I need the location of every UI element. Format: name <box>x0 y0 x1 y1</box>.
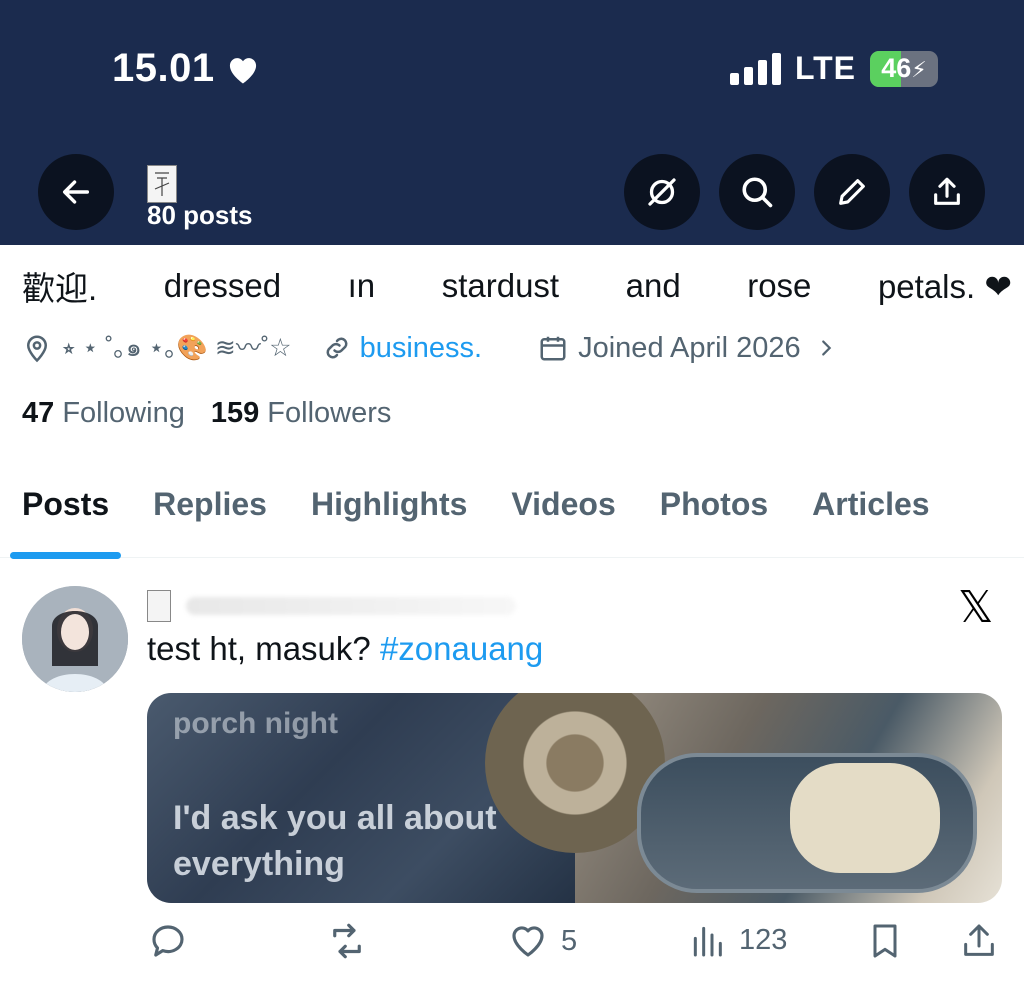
network-type: LTE <box>794 50 856 86</box>
profile-header: 15.01 LTE 46⚡ 80 posts <box>0 0 1024 245</box>
back-button[interactable] <box>38 154 114 230</box>
followers-link[interactable]: 159 Followers <box>211 397 392 430</box>
tab-articles[interactable]: Articles <box>790 470 951 557</box>
views-count: 123 <box>739 923 788 956</box>
bio-word: rose <box>747 267 812 304</box>
reply-button[interactable] <box>147 920 189 962</box>
location-icon <box>26 335 48 363</box>
grok-button[interactable] <box>624 154 700 230</box>
battery-level: 46⚡ <box>881 53 927 83</box>
bio-word: and <box>625 267 681 304</box>
reply-icon <box>152 925 184 957</box>
status-indicators: LTE 46⚡ <box>729 50 938 87</box>
views-button[interactable]: 123 <box>687 920 787 960</box>
bio-word: 歡迎. <box>22 270 98 307</box>
tab-photos[interactable]: Photos <box>638 470 790 557</box>
header-avatar <box>147 165 177 203</box>
media-caption-top: porch night <box>173 707 338 740</box>
profile-bio: 歡迎. dressed ın stardust and rose petals. ❤ <box>22 262 1012 310</box>
status-time: 15.01 <box>112 46 261 91</box>
tab-videos[interactable]: Videos <box>489 470 637 557</box>
tab-label: Posts <box>22 486 110 522</box>
posts-count: 80 posts <box>147 200 253 230</box>
heart-icon <box>229 57 256 84</box>
media-image-right <box>485 693 1002 903</box>
post-media[interactable]: porch night I'd ask you all about everyt… <box>147 693 1002 903</box>
hashtag-link[interactable]: #zonauang <box>380 630 543 667</box>
bookmark-button[interactable] <box>865 920 905 962</box>
search-button[interactable] <box>719 154 795 230</box>
battery-icon: 46⚡ <box>870 50 938 87</box>
tab-label: Photos <box>659 486 769 522</box>
like-count: 5 <box>561 924 578 957</box>
post-actions: 5 123 <box>147 920 1007 968</box>
post-author-badge <box>147 590 171 622</box>
profile-link[interactable]: business. <box>360 332 483 365</box>
share-icon <box>934 177 960 205</box>
repost-button[interactable] <box>325 920 369 962</box>
signal-icon <box>729 52 781 85</box>
share-post-button[interactable] <box>959 920 999 962</box>
following-link[interactable]: 47 Following <box>22 397 185 430</box>
like-button[interactable]: 5 <box>507 920 577 962</box>
pencil-icon <box>839 179 865 205</box>
follow-stats: 47 Following 159 Followers <box>22 397 391 430</box>
tab-label: Articles <box>812 486 930 522</box>
joined-date: Joined April 2026 <box>578 331 801 364</box>
chevron-right-icon[interactable] <box>815 335 837 361</box>
edit-button[interactable] <box>814 154 890 230</box>
tab-posts[interactable]: Posts <box>0 470 131 559</box>
post-avatar[interactable] <box>22 586 128 692</box>
profile-tabs: Posts Replies Highlights Videos Photos Articl… <box>0 470 1024 559</box>
bio-word: dressed <box>163 267 282 304</box>
upload-icon <box>964 924 994 956</box>
search-icon <box>742 177 773 208</box>
bio-word: stardust <box>441 267 560 304</box>
post-text: test ht, masuk? #zonauang <box>147 630 544 667</box>
media-caption-bottom: I'd ask you all about everything <box>173 799 497 883</box>
post-author-name[interactable] <box>186 597 516 615</box>
location-text: ⭒ ⋆ ˚｡๑ ⋆｡🎨 ≋〰˚☆ <box>62 334 292 362</box>
bookmark-icon <box>873 924 897 958</box>
tab-highlights[interactable]: Highlights <box>289 470 489 557</box>
tab-label: Highlights <box>310 486 468 522</box>
arrow-left-icon <box>62 180 90 204</box>
tab-replies[interactable]: Replies <box>131 470 289 557</box>
share-button[interactable] <box>909 154 985 230</box>
link-icon <box>326 337 348 359</box>
active-tab-indicator <box>10 552 122 559</box>
grok-icon <box>648 178 676 206</box>
calendar-icon <box>540 336 566 361</box>
heart-outline-icon <box>512 926 544 957</box>
profile-meta: ⭒ ⋆ ˚｡๑ ⋆｡🎨 ≋〰˚☆ business. Joined April … <box>22 328 837 368</box>
bio-word: ın <box>347 267 376 304</box>
tab-label: Replies <box>153 486 267 522</box>
repost-icon <box>333 923 361 959</box>
bio-word: petals. ❤ <box>877 267 1012 305</box>
views-icon <box>693 926 722 957</box>
time-text: 15.01 <box>112 46 215 90</box>
x-logo-icon: 𝕏 <box>958 583 994 632</box>
tab-label: Videos <box>511 486 616 522</box>
